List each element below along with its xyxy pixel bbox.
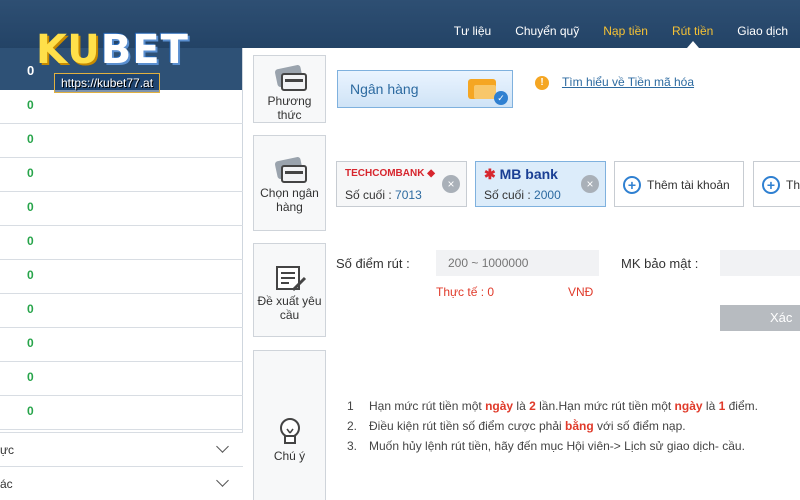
nav-giao-dich[interactable]: Giao dịch (725, 24, 800, 48)
remove-bank-icon[interactable]: × (442, 175, 460, 193)
check-icon: ✓ (494, 91, 508, 105)
sidebar-row-value: 0 (27, 336, 34, 350)
points-label: Số điểm rút : (336, 256, 410, 271)
withdraw-main: Phương thức Ngân hàng ✓ ! Tìm hiểu về Ti… (243, 48, 800, 500)
step-bank-label: Chọn ngân hàng (260, 186, 319, 214)
credit-card-icon (273, 64, 307, 91)
sidebar-row[interactable]: 0 (0, 328, 243, 362)
plus-icon: + (762, 176, 780, 194)
step-note: Chú ý (253, 350, 326, 500)
sidebar-row[interactable]: 0 (0, 362, 243, 396)
points-input[interactable] (436, 250, 599, 276)
actual-amount: Thực tế : 0 (436, 285, 495, 299)
credit-card-icon (273, 156, 307, 183)
lightbulb-icon (273, 417, 307, 445)
bank-last-digits: Số cuối : 2000 (484, 188, 561, 202)
step-bank: Chọn ngân hàng (253, 135, 326, 231)
sidebar-row-value: 0 (27, 98, 34, 112)
sidebar-row[interactable]: 0 (0, 294, 243, 328)
nav-tu-lieu[interactable]: Tư liệu (442, 24, 503, 48)
withdraw-rules: 1 Hạn mức rút tiền một ngày là 2 lần.Hạn… (343, 398, 800, 458)
sidebar-row-value: 0 (27, 132, 34, 146)
member-sidebar: 0 0 0 0 0 0 0 0 0 0 0 ực ác (0, 48, 243, 500)
sidebar-row-value: 0 (27, 166, 34, 180)
withdraw-page: Tư liệu Chuyển quỹ Nạp tiền Rút tiền Gia… (0, 0, 800, 500)
bank-last-digits: Số cuối : 7013 (345, 188, 422, 202)
logo-wordmark: KUBET (36, 27, 189, 73)
step-request: Đề xuất yêu cầu (253, 243, 326, 337)
chevron-down-icon (216, 474, 229, 487)
bank-card-icon (468, 79, 496, 99)
sidebar-row-value: 0 (27, 370, 34, 384)
sidebar-row[interactable]: 0 (0, 124, 243, 158)
crypto-info-link[interactable]: Tìm hiểu về Tiền mã hóa (553, 75, 703, 89)
rule-item: 2. Điều kiện rút tiền số điểm cược phải … (347, 419, 686, 433)
add-account-button[interactable]: + Th (753, 161, 800, 207)
logo-url: https://kubet77.at (54, 73, 161, 93)
nav-nap-tien[interactable]: Nạp tiền (591, 24, 660, 48)
mbbank-logo: ✱ MB bank (484, 166, 558, 182)
info-icon: ! (535, 76, 549, 90)
sidebar-row[interactable]: 0 (0, 226, 243, 260)
method-bank-label: Ngân hàng (350, 81, 419, 97)
sidebar-row-value: 0 (27, 268, 34, 282)
method-bank-button[interactable]: Ngân hàng ✓ (337, 70, 513, 108)
top-nav: Tư liệu Chuyển quỹ Nạp tiền Rút tiền Gia… (442, 0, 800, 48)
bank-card-mbbank[interactable]: ✱ MB bank Số cuối : 2000 × (475, 161, 606, 207)
bank-card-techcombank[interactable]: TECHCOMBANK ◆ Số cuối : 7013 × (336, 161, 467, 207)
plus-icon: + (623, 176, 641, 194)
add-account-button[interactable]: + Thêm tài khoản (614, 161, 744, 207)
sidebar-row-value: 0 (27, 302, 34, 316)
step-request-label: Đề xuất yêu cầu (257, 294, 322, 322)
security-password-input[interactable] (720, 250, 800, 276)
sidebar-dropdown-label: ực (0, 443, 15, 457)
step-note-label: Chú ý (273, 449, 306, 463)
form-checklist-icon (273, 266, 307, 292)
step-method-label: Phương thức (267, 94, 312, 122)
rule-item: 1 Hạn mức rút tiền một ngày là 2 lần.Hạn… (347, 399, 758, 413)
sidebar-row[interactable]: 0 (0, 192, 243, 226)
sidebar-row-value: 0 (27, 200, 34, 214)
nav-rut-tien[interactable]: Rút tiền (660, 24, 725, 48)
nav-chuyen-quy[interactable]: Chuyển quỹ (503, 24, 591, 48)
confirm-button[interactable]: Xác (720, 305, 800, 331)
sidebar-dropdown[interactable]: ác (0, 466, 243, 500)
step-method: Phương thức (253, 55, 326, 123)
password-label: MK bảo mật : (621, 256, 699, 271)
kubet-logo: KUBET https://kubet77.at (36, 30, 189, 93)
sidebar-row[interactable]: 0 (0, 90, 243, 124)
sidebar-row[interactable]: 0 (0, 260, 243, 294)
rule-item: 3. Muốn hủy lệnh rút tiền, hãy đến mục H… (347, 439, 745, 453)
sidebar-dropdown[interactable]: ực (0, 432, 243, 466)
chevron-down-icon (216, 440, 229, 453)
sidebar-row-value: 0 (27, 404, 34, 418)
currency-label: VNĐ (568, 285, 594, 299)
sidebar-dropdown-label: ác (0, 477, 13, 491)
add-account-label: Th (786, 178, 800, 192)
remove-bank-icon[interactable]: × (581, 175, 599, 193)
sidebar-row-value: 0 (27, 234, 34, 248)
add-account-label: Thêm tài khoản (647, 178, 730, 192)
sidebar-row[interactable]: 0 (0, 396, 243, 430)
techcombank-logo: TECHCOMBANK ◆ (345, 168, 435, 179)
sidebar-row[interactable]: 0 (0, 158, 243, 192)
